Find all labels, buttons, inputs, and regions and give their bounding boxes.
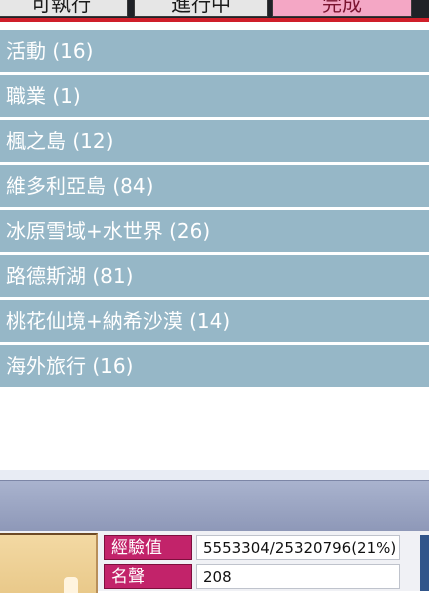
character-panel-header: [0, 480, 429, 532]
tab-in-progress[interactable]: 進行中: [134, 0, 268, 17]
fame-label: 名聲: [104, 564, 192, 589]
quest-category-list: 活動 (16) 職業 (1) 楓之島 (12) 維多利亞島 (84) 冰原雪域+…: [0, 22, 429, 387]
stat-row-exp: 經驗值 5553304/25320796(21%): [104, 535, 400, 560]
category-item-event[interactable]: 活動 (16): [0, 30, 429, 72]
exp-label: 經驗值: [104, 535, 192, 560]
category-item-victoria-island[interactable]: 維多利亞島 (84): [0, 165, 429, 207]
side-panel-edge: [420, 535, 429, 591]
exp-value: 5553304/25320796(21%): [196, 535, 400, 560]
category-item-mulung-nihal[interactable]: 桃花仙境+納希沙漠 (14): [0, 300, 429, 342]
panel-gap: [0, 470, 429, 480]
fame-value: 208: [196, 564, 400, 589]
category-item-world-tour[interactable]: 海外旅行 (16): [0, 345, 429, 387]
tab-available[interactable]: 可執行: [0, 0, 128, 17]
quest-tab-bar: 可執行 進行中 完成: [0, 0, 429, 18]
character-portrait-frame: [0, 533, 98, 593]
category-item-el-nath-aqua[interactable]: 冰原雪域+水世界 (26): [0, 210, 429, 252]
category-item-job[interactable]: 職業 (1): [0, 75, 429, 117]
stat-row-fame: 名聲 208: [104, 564, 400, 589]
category-item-maple-island[interactable]: 楓之島 (12): [0, 120, 429, 162]
tab-completed[interactable]: 完成: [272, 0, 412, 17]
category-item-ludibrium[interactable]: 路德斯湖 (81): [0, 255, 429, 297]
